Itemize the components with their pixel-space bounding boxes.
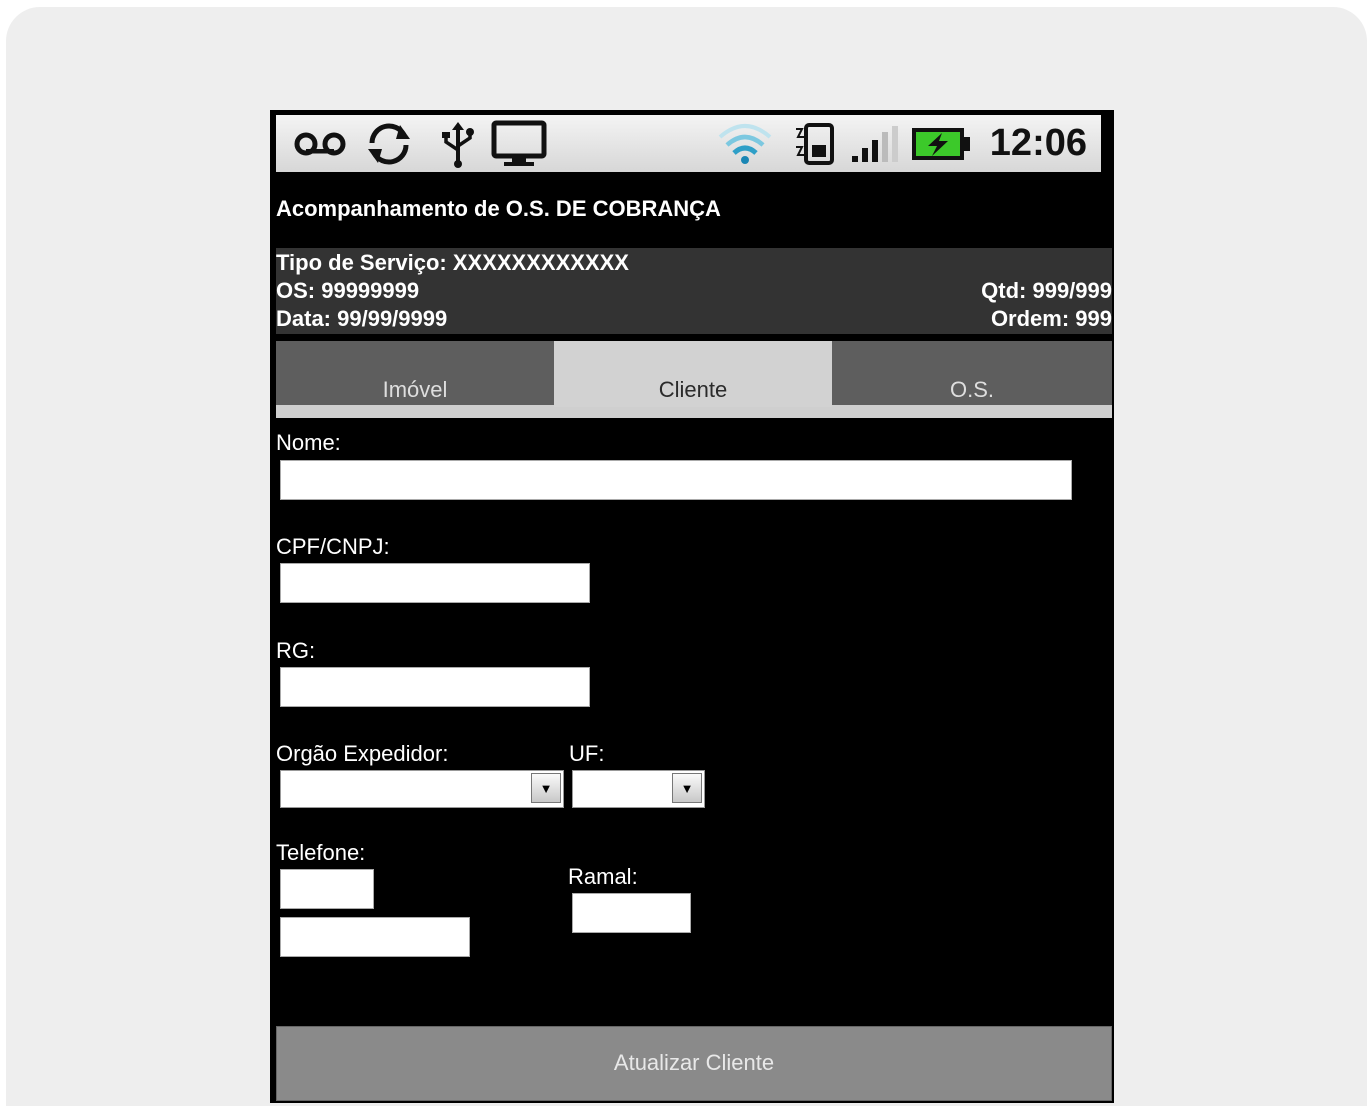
orgao-expedidor-select[interactable]: ▼ xyxy=(280,770,564,808)
uf-select[interactable]: ▼ xyxy=(572,770,705,808)
nome-input[interactable] xyxy=(280,460,1072,500)
nome-label: Nome: xyxy=(276,430,341,455)
tab-imovel[interactable]: Imóvel xyxy=(276,341,554,405)
orgao-expedidor-label: Orgão Expedidor: xyxy=(276,741,449,766)
tab-os[interactable]: O.S. xyxy=(832,341,1112,405)
cpf-cnpj-input[interactable] xyxy=(280,563,590,603)
tab-cliente[interactable]: Cliente xyxy=(554,341,832,407)
chevron-down-icon: ▼ xyxy=(531,773,561,803)
status-clock: 12:06 xyxy=(989,122,1087,164)
update-client-button[interactable]: Atualizar Cliente xyxy=(276,1026,1112,1101)
ramal-label: Ramal: xyxy=(568,864,638,889)
date-text: Data: 99/99/9999 xyxy=(276,306,448,331)
telefone-input[interactable] xyxy=(280,917,470,957)
signal-icon xyxy=(850,115,900,172)
phone-screen: 12:06 Acompanhamento de O.S. DE COBRANÇA… xyxy=(270,110,1114,1103)
battery-charging-icon xyxy=(910,115,972,172)
os-number-text: OS: 99999999 xyxy=(276,278,420,303)
monitor-icon xyxy=(490,115,548,172)
service-type-text: Tipo de Serviço: XXXXXXXXXXXX xyxy=(276,250,629,275)
tab-bar: Imóvel Cliente O.S. xyxy=(276,341,1112,418)
rg-input[interactable] xyxy=(280,667,590,707)
quantity-text: Qtd: 999/999 xyxy=(981,278,1112,303)
rg-label: RG: xyxy=(276,638,316,663)
service-info-panel: Tipo de Serviço: XXXXXXXXXXXX OS: 999999… xyxy=(276,248,1112,334)
ddd-input[interactable] xyxy=(280,869,374,909)
screenshot-card: 12:06 Acompanhamento de O.S. DE COBRANÇA… xyxy=(6,7,1367,1106)
voicemail-icon xyxy=(292,115,348,172)
cpf-cnpj-label: CPF/CNPJ: xyxy=(276,534,390,559)
uf-label: UF: xyxy=(569,741,605,766)
usb-icon xyxy=(438,115,478,172)
page-title: Acompanhamento de O.S. DE COBRANÇA xyxy=(276,196,721,221)
order-text: Ordem: 999 xyxy=(990,306,1112,331)
telefone-label: Telefone: xyxy=(276,840,366,865)
status-bar: 12:06 xyxy=(276,115,1101,172)
sync-icon xyxy=(364,115,414,172)
wifi-icon xyxy=(716,115,774,172)
ramal-input[interactable] xyxy=(572,893,691,933)
sim-card-icon xyxy=(792,115,838,172)
chevron-down-icon: ▼ xyxy=(672,773,702,803)
